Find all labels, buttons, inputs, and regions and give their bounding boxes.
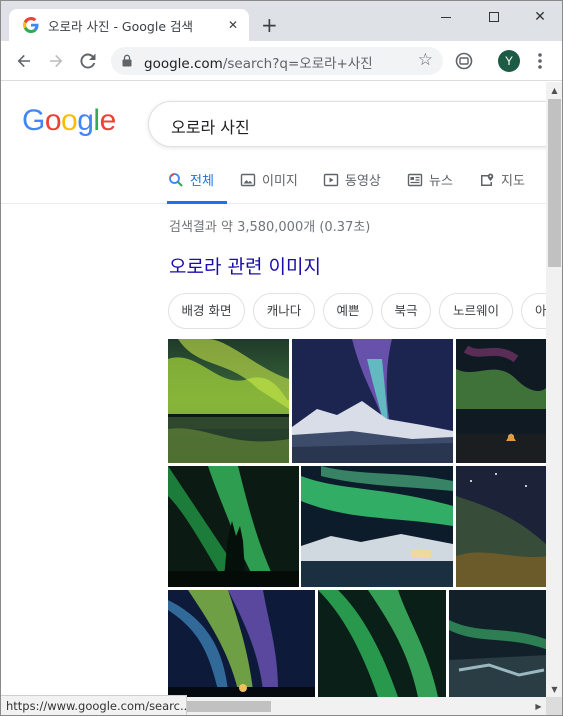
back-arrow-icon[interactable] [14, 51, 34, 71]
aurora-image[interactable] [449, 590, 546, 697]
aurora-image[interactable] [168, 590, 315, 697]
tab-close-icon[interactable]: ✕ [225, 17, 241, 33]
aurora-image[interactable] [168, 339, 289, 463]
bookmark-star-icon[interactable]: ☆ [418, 50, 433, 70]
profile-avatar[interactable]: Y [498, 50, 520, 72]
aurora-image[interactable] [168, 466, 299, 587]
menu-dots-icon[interactable] [533, 50, 547, 72]
chip[interactable]: 북극 [381, 293, 431, 329]
tab-images[interactable]: 이미지 [240, 170, 298, 204]
aurora-image[interactable] [318, 590, 446, 697]
result-stats: 검색결과 약 3,580,000개 (0.37초) [169, 220, 371, 235]
aurora-image[interactable] [292, 339, 453, 463]
logo-letter: e [99, 104, 117, 137]
related-images-title[interactable]: 오로라 관련 이미지 [169, 252, 321, 279]
tab-title: 오로라 사진 - Google 검색 [48, 18, 193, 34]
chip[interactable]: 캐나다 [253, 293, 315, 329]
image-icon [240, 173, 256, 187]
minimize-button[interactable] [431, 5, 461, 29]
scrollbar-corner [546, 697, 562, 715]
aurora-image[interactable] [301, 466, 453, 587]
vertical-scroll-thumb[interactable] [548, 99, 561, 267]
scroll-right-arrow-icon[interactable]: ▶ [533, 701, 544, 712]
title-bar: 오로라 사진 - Google 검색 ✕ + ✕ [1, 1, 562, 41]
search-icon [169, 173, 183, 187]
news-icon [407, 173, 423, 187]
close-window-button[interactable]: ✕ [525, 5, 555, 29]
logo-letter: o [44, 104, 62, 137]
aurora-image[interactable] [456, 339, 546, 463]
search-box[interactable]: 오로라 사진 [148, 101, 546, 147]
tab-label: 전체 [190, 174, 214, 189]
minimize-icon [441, 16, 451, 18]
google-logo[interactable]: Google [22, 104, 116, 138]
tab-videos[interactable]: 동영상 [323, 170, 381, 204]
url-text: google.com/search?q=오로라+사진 [144, 52, 373, 72]
chip[interactable]: 노르웨이 [439, 293, 513, 329]
browser-tab[interactable]: 오로라 사진 - Google 검색 ✕ [9, 9, 249, 41]
browser-toolbar: google.com/search?q=오로라+사진 ☆ Y [1, 41, 562, 81]
address-bar[interactable]: google.com/search?q=오로라+사진 ☆ [111, 47, 443, 75]
chip[interactable]: 배경 화면 [168, 293, 245, 329]
video-icon [323, 173, 339, 187]
tab-label: 이미지 [262, 174, 298, 189]
aurora-image[interactable] [456, 466, 546, 587]
url-path: /search?q=오로라+사진 [222, 56, 373, 72]
page-content: Google 오로라 사진 전체 이미지 동영상 뉴스 지도 검색결과 약 3,… [1, 82, 546, 697]
maximize-icon [489, 12, 499, 22]
tab-maps[interactable]: 지도 [479, 170, 525, 204]
forward-arrow-icon[interactable] [46, 51, 66, 71]
status-bar-url: https://www.google.com/searc... [1, 695, 187, 715]
tab-label: 동영상 [345, 174, 381, 189]
scroll-up-arrow-icon[interactable]: ▲ [549, 85, 560, 96]
logo-letter: G [22, 104, 45, 137]
browser-window: 오로라 사진 - Google 검색 ✕ + ✕ google.com/sear… [0, 0, 563, 716]
extension-icon[interactable] [454, 51, 474, 71]
tab-label: 지도 [501, 174, 525, 189]
search-nav-tabs: 전체 이미지 동영상 뉴스 지도 [1, 164, 546, 204]
url-host: google.com [144, 56, 223, 72]
maximize-button[interactable] [479, 5, 509, 29]
new-tab-button[interactable]: + [261, 15, 278, 35]
chip[interactable]: 예쁜 [323, 293, 373, 329]
logo-letter: g [77, 104, 94, 137]
chip[interactable]: 아 [521, 293, 546, 329]
logo-letter: o [61, 104, 78, 137]
lock-icon [122, 54, 132, 67]
scroll-down-arrow-icon[interactable]: ▼ [549, 684, 560, 695]
horizontal-scroll-thumb[interactable] [186, 701, 271, 712]
reload-icon[interactable] [78, 51, 98, 71]
google-favicon-icon [23, 17, 39, 33]
search-input[interactable]: 오로라 사진 [171, 114, 250, 138]
tab-label: 뉴스 [429, 174, 453, 189]
tab-news[interactable]: 뉴스 [407, 170, 453, 204]
map-icon [481, 173, 494, 186]
tab-all[interactable]: 전체 [167, 170, 227, 204]
